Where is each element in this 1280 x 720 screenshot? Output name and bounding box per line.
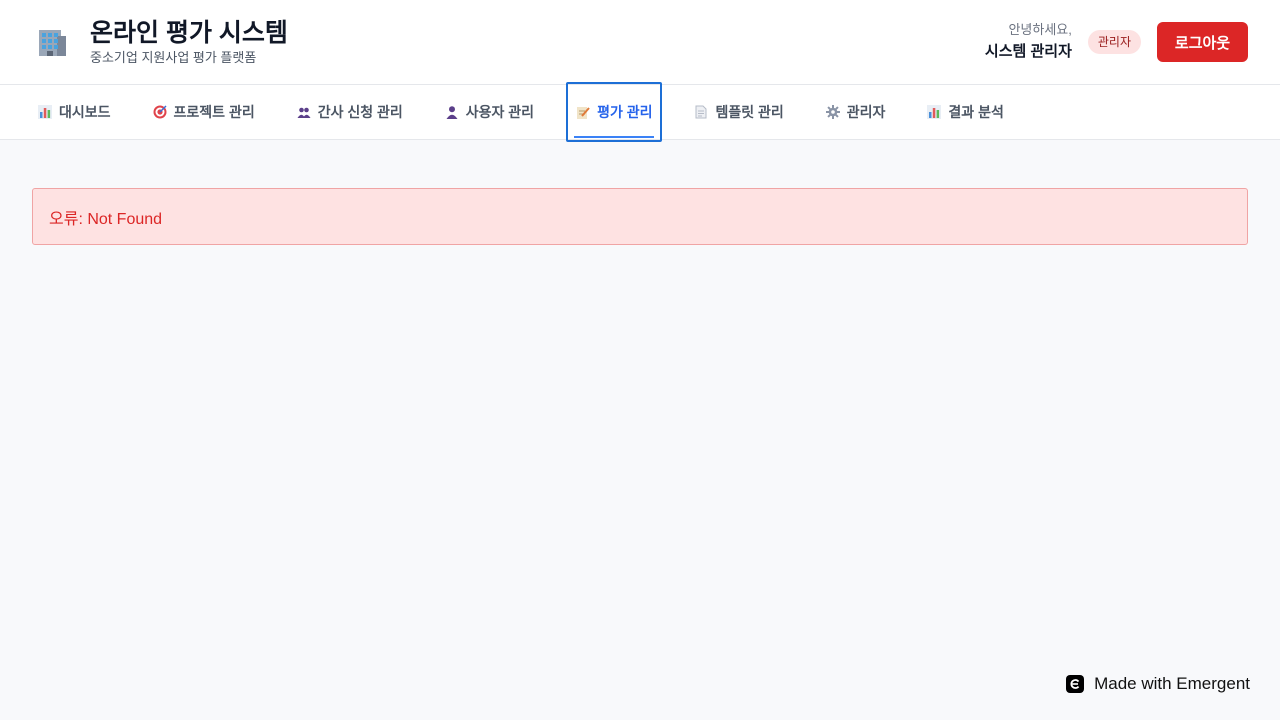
nav-label-evaluations: 평가 관리	[597, 104, 653, 120]
nav-item-secretary-applications[interactable]: 간사 신청 관리	[291, 85, 409, 139]
nav-item-users[interactable]: 사용자 관리	[439, 85, 540, 139]
bar-chart-icon	[927, 105, 942, 119]
people-icon	[297, 105, 311, 119]
document-icon	[694, 105, 708, 119]
made-with-label: Made with Emergent	[1094, 674, 1250, 693]
app-title: 온라인 평가 시스템	[90, 18, 288, 47]
made-with-badge[interactable]: Made with Emergent	[1066, 674, 1250, 694]
error-alert: 오류: Not Found	[32, 188, 1248, 245]
nav-label-results-analysis: 결과 분석	[948, 104, 1004, 120]
nav-item-results-analysis[interactable]: 결과 분석	[921, 85, 1009, 139]
nav-label-projects: 프로젝트 관리	[173, 104, 255, 120]
nav-label-users: 사용자 관리	[465, 104, 535, 120]
app-subtitle: 중소기업 지원사업 평가 플랫폼	[90, 49, 257, 65]
nav-item-evaluations[interactable]: 평가 관리	[566, 82, 663, 142]
logout-button[interactable]: 로그아웃	[1157, 22, 1248, 62]
nav-item-dashboard[interactable]: 대시보드	[32, 85, 117, 139]
greeting-text: 안녕하세요,	[1008, 22, 1072, 37]
building-icon	[36, 26, 68, 58]
nav-label-dashboard: 대시보드	[59, 104, 111, 120]
nav-item-projects[interactable]: 프로젝트 관리	[147, 85, 261, 139]
memo-icon	[576, 105, 590, 119]
nav-label-admin: 관리자	[846, 104, 886, 120]
user-icon	[445, 105, 459, 119]
emergent-logo-icon	[1066, 675, 1085, 693]
user-area: 안녕하세요, 시스템 관리자 관리자 로그아웃	[985, 21, 1248, 63]
bar-chart-icon	[38, 105, 52, 119]
brand: 온라인 평가 시스템 중소기업 지원사업 평가 플랫폼	[36, 18, 288, 67]
role-badge: 관리자	[1087, 30, 1141, 54]
nav-label-templates: 템플릿 관리	[715, 104, 784, 120]
main-content: 오류: Not Found	[0, 140, 1280, 245]
main-nav: 대시보드 프로젝트 관리 간사 신청 관리 사용자 관리 평가 관리 템플릿 관…	[0, 82, 1280, 142]
user-name: 시스템 관리자	[984, 43, 1072, 60]
app-header: 온라인 평가 시스템 중소기업 지원사업 평가 플랫폼 안녕하세요, 시스템 관…	[0, 0, 1280, 85]
gear-icon	[825, 105, 840, 119]
error-message: 오류: Not Found	[49, 210, 163, 228]
nav-label-secretary-applications: 간사 신청 관리	[317, 104, 403, 120]
nav-item-templates[interactable]: 템플릿 관리	[688, 85, 789, 139]
nav-item-admin[interactable]: 관리자	[820, 85, 892, 139]
target-icon	[153, 105, 167, 119]
